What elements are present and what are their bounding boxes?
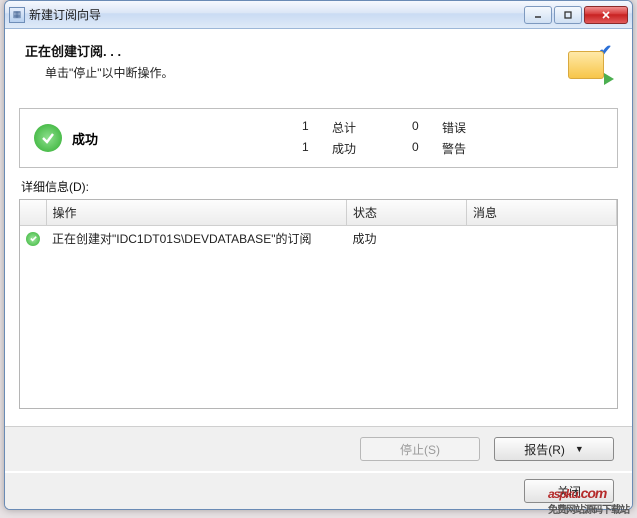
row-success-icon	[26, 232, 40, 246]
col-action[interactable]: 操作	[46, 200, 347, 226]
app-icon: ▦	[9, 7, 25, 23]
row-message	[467, 226, 617, 252]
success-icon	[34, 124, 62, 152]
report-button[interactable]: 报告(R)▼	[494, 437, 614, 461]
details-label: 详细信息(D):	[21, 178, 616, 195]
success-label: 成功	[332, 140, 412, 157]
table-row[interactable]: 正在创建对"IDC1DT01S\DEVDATABASE"的订阅 成功	[20, 226, 617, 252]
col-icon[interactable]	[20, 200, 46, 226]
close-bar: 关闭	[5, 473, 632, 509]
grid-header-row: 操作 状态 消息	[20, 200, 617, 226]
error-label: 错误	[442, 119, 502, 136]
page-subtitle: 单击"停止"以中断操作。	[45, 64, 566, 81]
close-dialog-button[interactable]: 关闭	[524, 479, 614, 503]
window-controls	[524, 6, 628, 24]
separator	[5, 97, 632, 98]
warn-label: 警告	[442, 140, 502, 157]
status-label: 成功	[72, 129, 222, 148]
details-grid[interactable]: 操作 状态 消息 正在创建对"IDC1DT01S\DEVDATABASE"的订阅…	[19, 199, 618, 409]
window-title: 新建订阅向导	[29, 6, 524, 23]
wizard-header: 正在创建订阅. . . 单击"停止"以中断操作。 ✔	[5, 29, 632, 97]
row-action: 正在创建对"IDC1DT01S\DEVDATABASE"的订阅	[46, 226, 347, 252]
success-count: 1	[302, 140, 332, 157]
col-message[interactable]: 消息	[467, 200, 617, 226]
close-button[interactable]	[584, 6, 628, 24]
wizard-window: ▦ 新建订阅向导 正在创建订阅. . . 单击"停止"以中断操作。 ✔ 成功 1	[4, 0, 633, 510]
warn-count: 0	[412, 140, 442, 157]
folder-icon	[568, 51, 604, 79]
chevron-down-icon: ▼	[575, 444, 584, 454]
arrow-icon	[604, 73, 614, 85]
minimize-button[interactable]	[524, 6, 552, 24]
header-graphic: ✔	[566, 41, 612, 87]
total-label: 总计	[332, 119, 412, 136]
total-count: 1	[302, 119, 332, 136]
stop-button: 停止(S)	[360, 437, 480, 461]
page-title: 正在创建订阅. . .	[25, 41, 566, 60]
maximize-button[interactable]	[554, 6, 582, 24]
error-count: 0	[412, 119, 442, 136]
status-summary: 成功 1 总计 0 错误 1 成功 0 警告	[19, 108, 618, 168]
button-bar: 停止(S) 报告(R)▼	[5, 426, 632, 471]
row-state: 成功	[347, 226, 467, 252]
col-state[interactable]: 状态	[347, 200, 467, 226]
titlebar[interactable]: ▦ 新建订阅向导	[5, 1, 632, 29]
